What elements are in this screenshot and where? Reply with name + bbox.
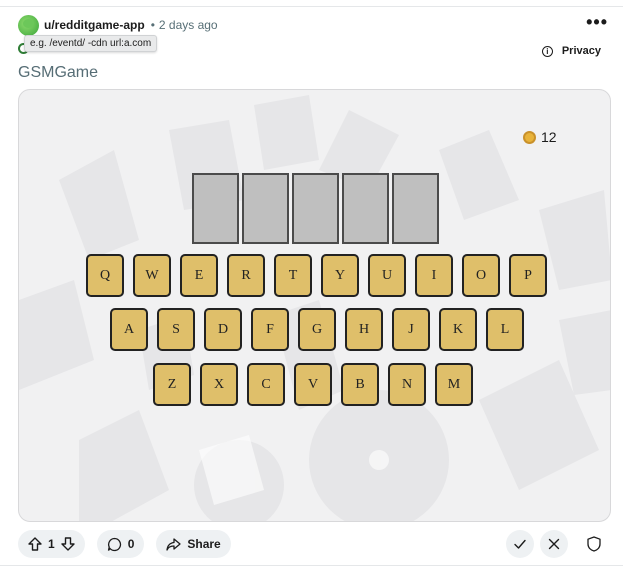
comment-icon: [107, 537, 122, 552]
key-z[interactable]: Z: [153, 363, 191, 406]
separator-dot: •: [150, 18, 155, 32]
key-a[interactable]: A: [110, 308, 148, 351]
share-button[interactable]: Share: [156, 530, 231, 558]
upvote-icon[interactable]: [28, 537, 42, 551]
post-title: GSMGame: [18, 64, 99, 81]
downvote-icon[interactable]: [60, 537, 75, 551]
key-e[interactable]: E: [180, 254, 218, 297]
vote-count: 1: [48, 537, 55, 551]
info-icon: i: [541, 45, 553, 57]
post-time: 2 days ago: [158, 18, 218, 32]
mod-shield-button[interactable]: [580, 530, 608, 558]
key-g[interactable]: G: [298, 308, 336, 351]
answer-slot: [192, 173, 239, 244]
key-c[interactable]: C: [247, 363, 285, 406]
answer-slot: [292, 173, 339, 244]
comments-button[interactable]: 0: [96, 530, 145, 558]
answer-slot: [242, 173, 289, 244]
close-icon: [547, 537, 561, 551]
key-q[interactable]: Q: [86, 254, 124, 297]
key-o[interactable]: O: [462, 254, 500, 297]
action-bar: 1 0 Share: [18, 530, 231, 558]
key-h[interactable]: H: [345, 308, 383, 351]
key-l[interactable]: L: [486, 308, 524, 351]
share-label: Share: [187, 537, 221, 551]
key-v[interactable]: V: [294, 363, 332, 406]
key-m[interactable]: M: [435, 363, 473, 406]
answer-slots: [192, 173, 439, 244]
coin-count: 12: [541, 129, 557, 145]
key-d[interactable]: D: [204, 308, 242, 351]
share-icon: [166, 537, 182, 552]
bottom-divider: [0, 565, 623, 566]
avatar[interactable]: [18, 14, 39, 36]
key-r[interactable]: R: [227, 254, 265, 297]
approve-button[interactable]: [506, 530, 534, 558]
answer-slot: [392, 173, 439, 244]
coin-counter: 12: [523, 129, 557, 145]
keyboard-row-2: ASDFGHJKL: [110, 308, 524, 351]
coin-icon: [523, 130, 536, 144]
comment-count: 0: [127, 537, 135, 551]
remove-button[interactable]: [540, 530, 568, 558]
key-f[interactable]: F: [251, 308, 289, 351]
privacy-button[interactable]: i Privacy: [541, 45, 601, 57]
key-i[interactable]: I: [415, 254, 453, 297]
more-options-icon[interactable]: •••: [586, 13, 608, 31]
key-y[interactable]: Y: [321, 254, 359, 297]
check-icon: [513, 537, 527, 551]
key-s[interactable]: S: [157, 308, 195, 351]
key-n[interactable]: N: [388, 363, 426, 406]
key-p[interactable]: P: [509, 254, 547, 297]
privacy-label: Privacy: [561, 45, 601, 57]
key-w[interactable]: W: [133, 254, 171, 297]
search-tooltip: e.g. /eventd/ -cdn url:a.com: [24, 35, 158, 52]
moderation-actions: [506, 530, 608, 558]
key-j[interactable]: J: [392, 308, 430, 351]
key-t[interactable]: T: [274, 254, 312, 297]
key-k[interactable]: K: [439, 308, 477, 351]
answer-slot: [342, 173, 389, 244]
post-header: u/redditgame-app • 2 days ago: [18, 14, 218, 36]
keyboard-row-1: QWERTYUIOP: [86, 254, 547, 297]
game-frame: 12 QWERTYUIOP ASDFGHJKL ZXCVBNM: [18, 89, 611, 522]
keyboard-row-3: ZXCVBNM: [153, 363, 473, 406]
vote-pill: 1: [18, 530, 85, 558]
key-x[interactable]: X: [200, 363, 238, 406]
key-u[interactable]: U: [368, 254, 406, 297]
author-link[interactable]: u/redditgame-app: [44, 18, 145, 32]
top-divider: [0, 6, 623, 7]
shield-icon: [587, 536, 601, 552]
key-b[interactable]: B: [341, 363, 379, 406]
